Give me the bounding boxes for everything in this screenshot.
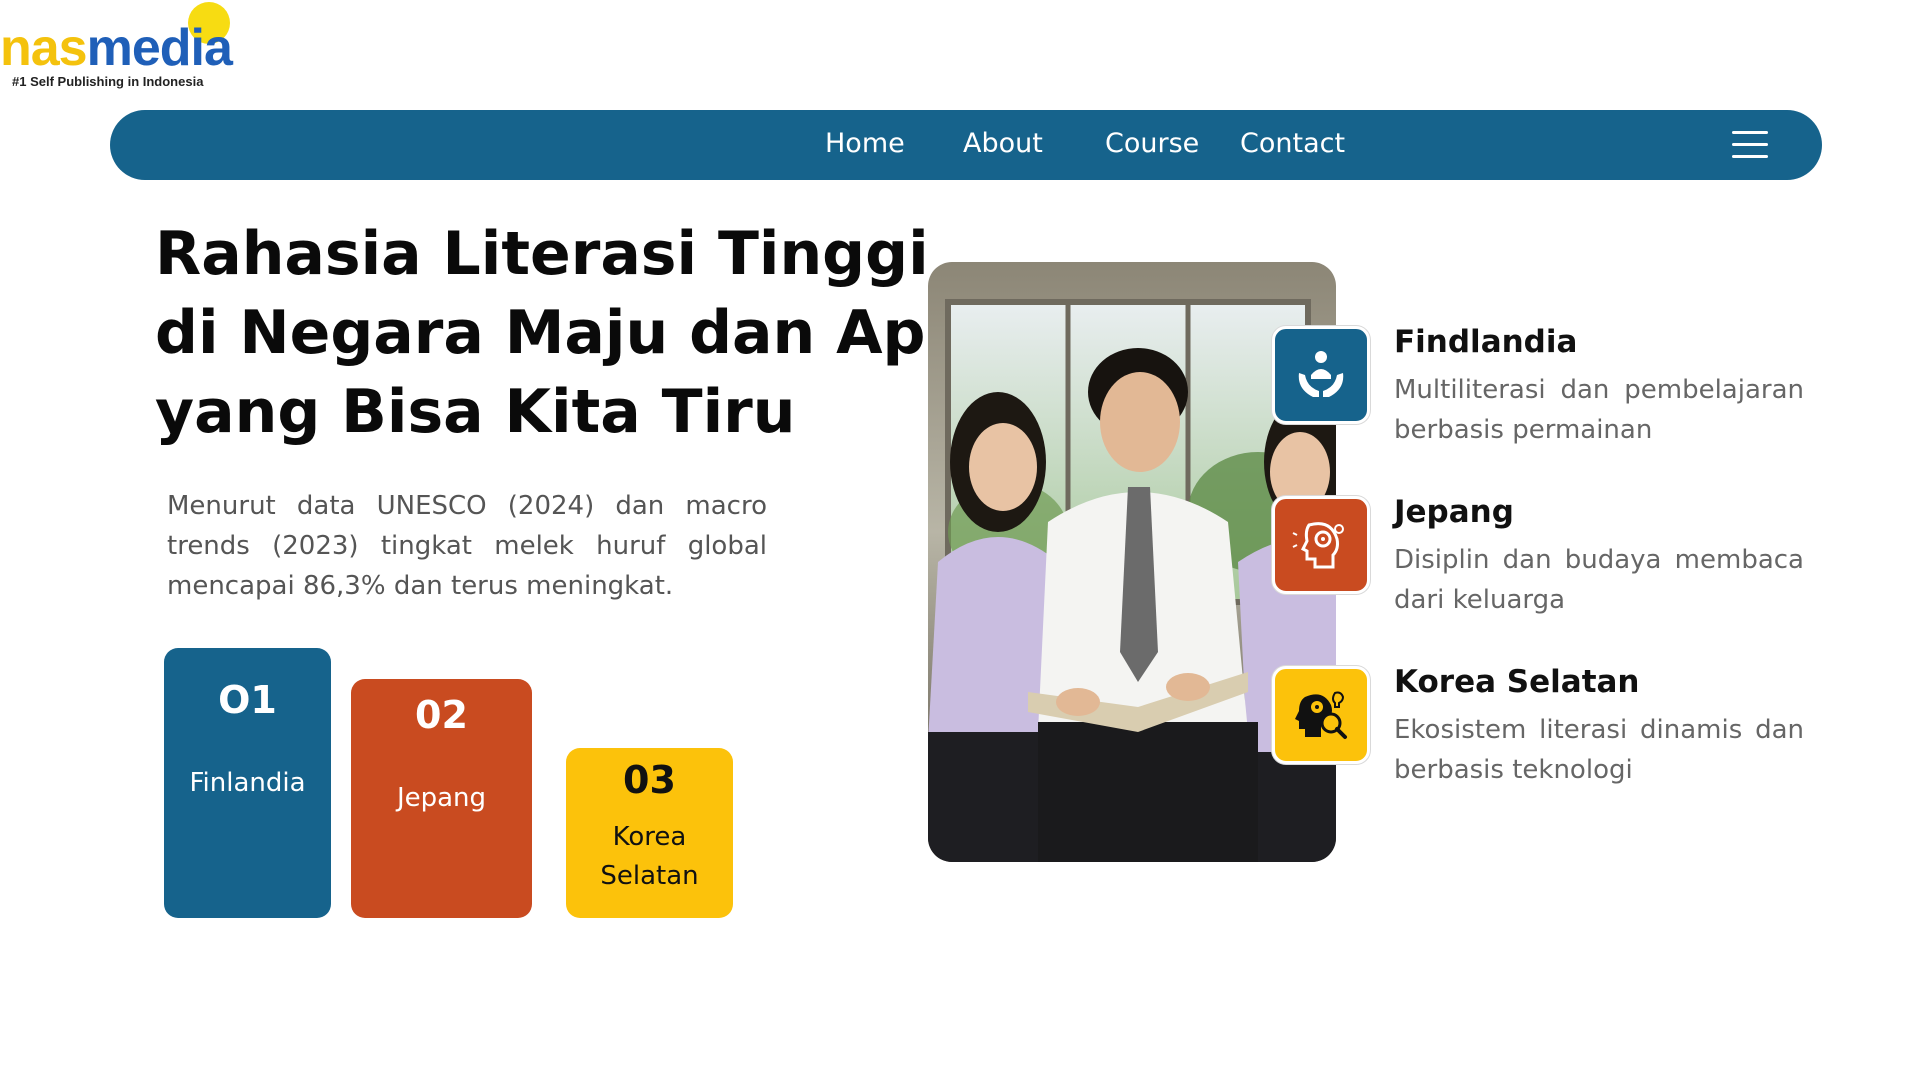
card-label: Finlandia xyxy=(189,768,306,798)
card-number: 03 xyxy=(623,758,676,802)
page-title: Rahasia Literasi Tinggi di Negara Maju d… xyxy=(155,215,966,452)
hamburger-icon[interactable] xyxy=(1732,131,1768,159)
title-line-2: di Negara Maju dan Apa xyxy=(155,298,966,368)
card-label: Korea Selatan xyxy=(600,822,699,891)
feature-icon-box xyxy=(1272,666,1370,764)
feature-title: Findlandia xyxy=(1394,324,1578,360)
title-line-3: yang Bisa Kita Tiru xyxy=(155,377,796,447)
hands-person-icon xyxy=(1298,351,1344,397)
nav-home-link[interactable]: Home xyxy=(825,128,905,159)
feature-korea-selatan: Korea Selatan Ekosistem literasi dinamis… xyxy=(1272,664,1832,836)
logo-wordmark: nasmedia xyxy=(0,19,233,77)
card-number: O1 xyxy=(218,678,277,722)
title-line-1: Rahasia Literasi Tinggi xyxy=(155,219,929,289)
card-label: Jepang xyxy=(396,783,487,813)
logo-tagline: #1 Self Publishing in Indonesia xyxy=(12,74,204,89)
nasmedia-logo[interactable]: nasmedia #1 Self Publishing in Indonesia xyxy=(0,0,260,100)
head-magnifier-icon xyxy=(1295,691,1347,739)
card-korea-selatan: 03 Korea Selatan xyxy=(566,748,733,918)
nav-bar: Home About Course Contact xyxy=(110,110,1822,180)
feature-icon-box xyxy=(1272,496,1370,594)
nav-course-link[interactable]: Course xyxy=(1105,128,1199,159)
card-number: 02 xyxy=(415,693,468,737)
feature-description: Disiplin dan budaya membaca dari keluarg… xyxy=(1394,545,1804,615)
feature-icon-box xyxy=(1272,326,1370,424)
card-jepang: 02 Jepang xyxy=(351,679,532,918)
feature-title: Korea Selatan xyxy=(1394,664,1640,700)
card-finlandia: O1 Finlandia xyxy=(164,648,331,918)
nav-contact-link[interactable]: Contact xyxy=(1240,128,1345,159)
nav-about-link[interactable]: About xyxy=(963,128,1043,159)
intro-text: Menurut data UNESCO (2024) dan macro tre… xyxy=(167,491,767,601)
feature-jepang: Jepang Disiplin dan budaya membaca dari … xyxy=(1272,494,1832,666)
head-gears-icon xyxy=(1292,522,1344,569)
feature-description: Ekosistem literasi dinamis dan berbasis … xyxy=(1394,715,1804,785)
feature-title: Jepang xyxy=(1394,494,1514,530)
feature-description: Multiliterasi dan pembelajaran berbasis … xyxy=(1394,375,1804,445)
feature-findlandia: Findlandia Multiliterasi dan pembelajara… xyxy=(1272,324,1832,496)
